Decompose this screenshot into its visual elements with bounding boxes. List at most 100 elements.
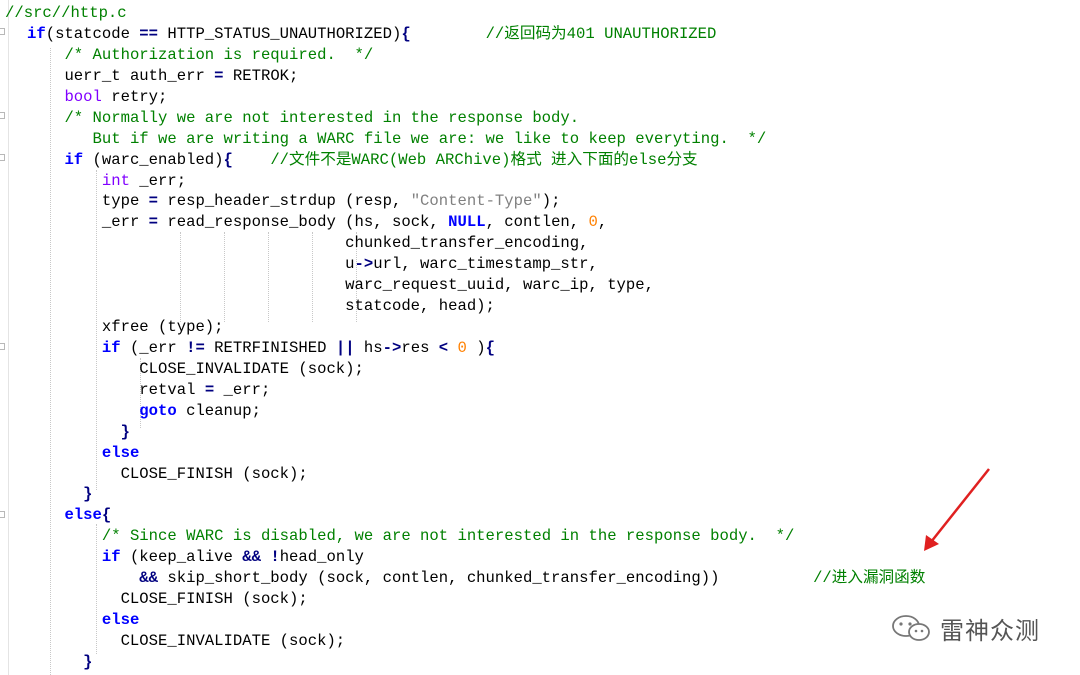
code-token: xfree (type);: [101, 318, 224, 337]
code-line: }: [27, 484, 93, 505]
code-line: CLOSE_FINISH (sock);: [27, 464, 308, 485]
code-token: if: [101, 548, 121, 567]
code-token: else: [101, 611, 140, 630]
code-token: cleanup;: [176, 401, 261, 420]
code-token: CLOSE_INVALIDATE (sock);: [139, 359, 364, 378]
red-arrow-line: [930, 468, 990, 543]
code-token: if: [27, 25, 46, 43]
code-token: //文件不是WARC(Web ARChive)格式 进入下面的else分支: [270, 150, 698, 169]
code-token: uerr_t auth_err: [64, 66, 215, 85]
code-token: CLOSE_FINISH (sock);: [120, 590, 308, 609]
code-line: u->url, warc_timestamp_str,: [27, 254, 598, 275]
code-token: <: [438, 338, 449, 357]
code-token: //进入漏洞函数: [813, 569, 926, 588]
code-token: (statcode: [45, 25, 140, 43]
code-line: statcode, head);: [27, 296, 495, 317]
code-token: hs: [354, 338, 383, 357]
code-token: /* Since WARC is disabled, we are not in…: [101, 527, 795, 546]
code-token: retval: [139, 380, 205, 399]
code-token: statcode, head);: [345, 297, 495, 316]
code-line: else: [27, 610, 139, 631]
code-token: bool: [64, 87, 102, 106]
code-token: (keep_alive: [120, 548, 243, 567]
code-token: }: [83, 485, 93, 504]
code-token: ||: [335, 338, 355, 357]
code-line: if(statcode == HTTP_STATUS_UNAUTHORIZED)…: [27, 24, 716, 45]
code-token: , contlen,: [485, 213, 589, 232]
code-token: else: [64, 506, 102, 525]
wechat-icon: [892, 615, 930, 641]
code-token: (_err: [120, 338, 187, 357]
code-line: CLOSE_FINISH (sock);: [27, 589, 308, 610]
code-token: "Content-Type": [410, 192, 542, 211]
code-line: But if we are writing a WARC file we are…: [27, 129, 767, 150]
code-line: type = resp_header_strdup (resp, "Conten…: [27, 191, 570, 212]
code-token: CLOSE_INVALIDATE (sock);: [120, 631, 346, 650]
code-token: NULL: [448, 213, 486, 232]
code-line: }: [27, 422, 130, 443]
code-token: ->: [354, 255, 374, 274]
code-token: /* Normally we are not interested in the…: [64, 108, 580, 127]
code-token: ==: [139, 25, 159, 43]
code-token: warc_request_uuid, warc_ip, type,: [345, 276, 654, 295]
watermark-text: 雷神众测: [940, 616, 1040, 645]
code-line: warc_request_uuid, warc_ip, type,: [27, 275, 654, 296]
code-token: 0: [588, 213, 598, 232]
fold-marker[interactable]: [0, 28, 5, 35]
code-token: But if we are writing a WARC file we are…: [92, 129, 767, 148]
code-token: {: [401, 25, 411, 43]
code-token: RETRFINISHED: [204, 338, 336, 357]
code-line: goto cleanup;: [27, 401, 261, 422]
code-token: if: [64, 150, 84, 169]
code-token: skip_short_body (sock, contlen, chunked_…: [158, 569, 814, 588]
code-token: _err: [101, 213, 149, 232]
code-token: {: [485, 338, 495, 357]
fold-marker[interactable]: [0, 154, 5, 161]
code-token: goto: [139, 401, 177, 420]
code-line: }: [27, 652, 92, 673]
code-token: {: [101, 506, 112, 525]
code-token: /* Authorization is required. */: [64, 45, 374, 64]
code-token: chunked_transfer_encoding,: [345, 234, 589, 253]
code-token: =: [204, 380, 215, 399]
code-token: !: [270, 548, 280, 567]
fold-marker[interactable]: [0, 343, 5, 350]
code-token: &&: [139, 569, 159, 588]
watermark: 雷神众测: [890, 612, 1040, 645]
code-line: CLOSE_INVALIDATE (sock);: [27, 359, 364, 380]
code-token: =: [148, 213, 159, 232]
code-line: int _err;: [27, 171, 186, 192]
fold-marker[interactable]: [0, 511, 5, 518]
fold-gutter: [0, 0, 9, 675]
code-token: else: [101, 443, 140, 462]
code-token: read_response_body (hs, sock,: [158, 213, 449, 232]
code-line: _err = read_response_body (hs, sock, NUL…: [27, 212, 607, 233]
code-line: xfree (type);: [27, 317, 224, 338]
code-token: =: [214, 66, 224, 85]
code-line: && skip_short_body (sock, contlen, chunk…: [27, 568, 925, 589]
fold-marker[interactable]: [0, 112, 5, 119]
code-token: url, warc_timestamp_str,: [373, 255, 598, 274]
code-token: type: [101, 192, 149, 211]
code-token: CLOSE_FINISH (sock);: [120, 464, 308, 483]
code-token: );: [541, 192, 570, 211]
code-line: /* Normally we are not interested in the…: [27, 108, 579, 129]
code-line: retval = _err;: [27, 380, 270, 401]
code-token: _err;: [214, 380, 271, 399]
code-token: head_only: [279, 548, 364, 567]
code-token: ->: [382, 338, 402, 357]
code-token: }: [120, 422, 130, 441]
code-token: retry;: [101, 87, 168, 106]
code-line: /* Authorization is required. */: [27, 45, 373, 66]
code-line: chunked_transfer_encoding,: [27, 233, 588, 254]
code-token: 0: [457, 338, 467, 357]
code-line: bool retry;: [27, 87, 167, 108]
file-path-comment: //src//http.c: [5, 4, 127, 22]
code-token: u: [345, 255, 355, 274]
code-token: //返回码为401 UNAUTHORIZED: [485, 25, 717, 43]
red-arrow-head: [924, 535, 939, 551]
code-token: resp_header_strdup (resp,: [158, 192, 411, 211]
